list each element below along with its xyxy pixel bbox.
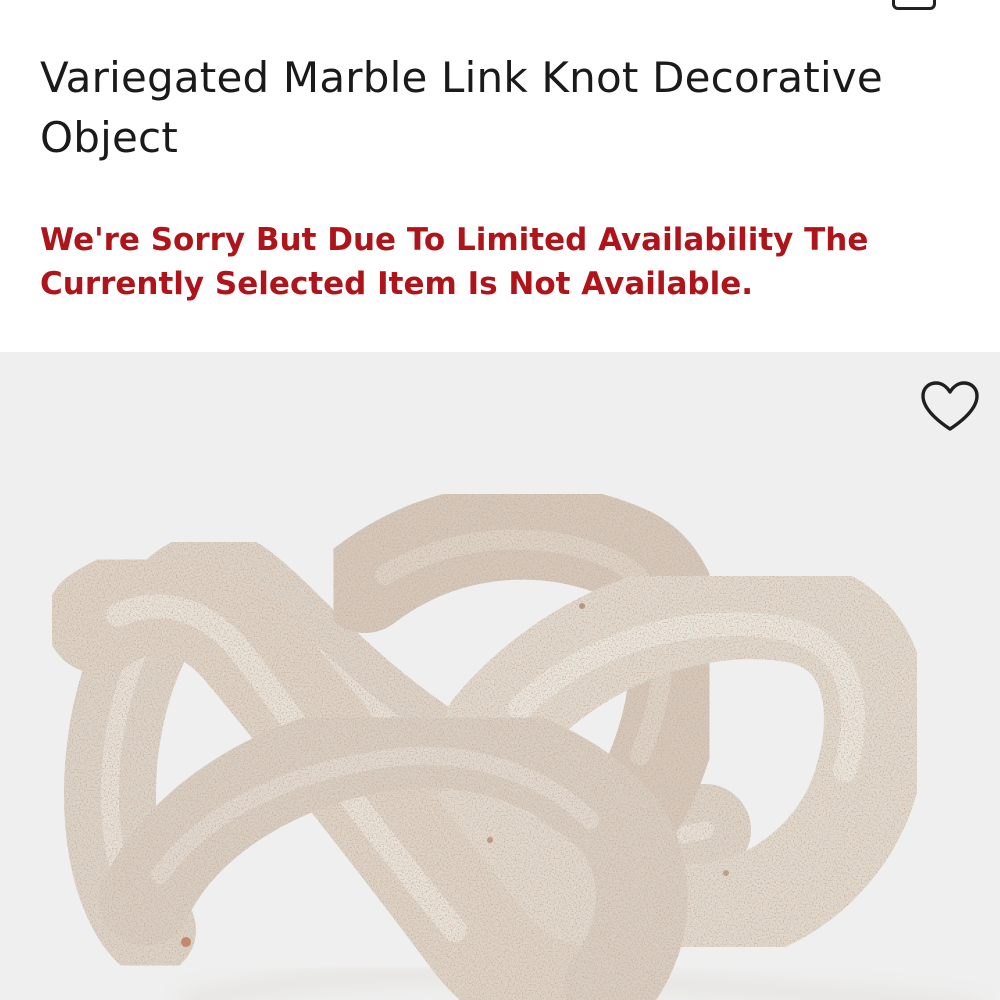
availability-message: We're Sorry But Due To Limited Availabil… xyxy=(40,222,869,302)
product-image-area xyxy=(0,352,1000,1000)
heart-outline-icon xyxy=(921,381,979,431)
product-page: Variegated Marble Link Knot Decorative O… xyxy=(0,0,1000,1000)
bag-icon[interactable] xyxy=(892,0,936,10)
product-image xyxy=(0,352,1000,1000)
favorite-button[interactable] xyxy=(917,377,983,435)
product-title: Variegated Marble Link Knot Decorative O… xyxy=(40,53,883,162)
